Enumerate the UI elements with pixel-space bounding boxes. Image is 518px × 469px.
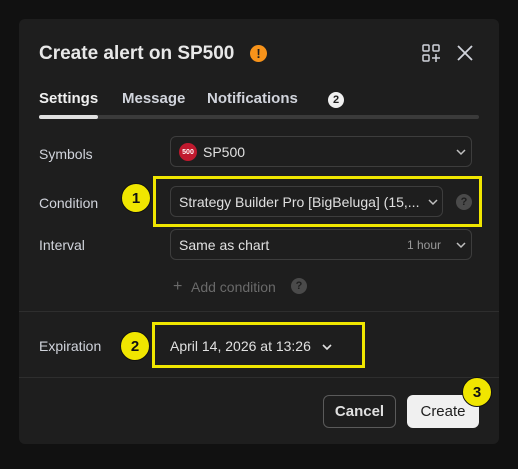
- plus-icon: +: [173, 278, 183, 295]
- tab-notifications[interactable]: Notifications: [207, 90, 298, 107]
- close-icon[interactable]: [455, 43, 475, 63]
- tab-bar: Settings Message Notifications 2: [39, 90, 479, 120]
- tab-settings[interactable]: Settings: [39, 90, 98, 107]
- add-condition-button[interactable]: Add condition: [191, 279, 276, 295]
- interval-value: Same as chart: [179, 237, 270, 253]
- interval-select[interactable]: Same as chart 1 hour: [170, 229, 472, 260]
- chevron-down-icon: [456, 149, 466, 156]
- symbols-value: SP500: [203, 144, 246, 160]
- symbols-select[interactable]: 500 SP500: [170, 136, 472, 167]
- highlight-box-expiration: [152, 322, 365, 368]
- footer-divider: [19, 377, 499, 378]
- section-divider: [19, 311, 499, 312]
- add-condition-help-icon[interactable]: ?: [291, 278, 307, 294]
- tab-message[interactable]: Message: [122, 90, 185, 107]
- condition-label: Condition: [39, 195, 99, 211]
- sp500-logo-icon: 500: [179, 143, 197, 161]
- dialog-title: Create alert on SP500: [39, 43, 235, 64]
- interval-hint: 1 hour: [407, 238, 442, 252]
- active-tab-indicator: [39, 115, 98, 119]
- notifications-count-badge: 2: [328, 92, 344, 108]
- interval-label: Interval: [39, 237, 85, 253]
- callout-1: 1: [121, 183, 151, 213]
- callout-2: 2: [120, 331, 150, 361]
- symbols-label: Symbols: [39, 146, 93, 162]
- exclamation-warning-icon[interactable]: !: [250, 45, 267, 62]
- cancel-button[interactable]: Cancel: [323, 395, 396, 428]
- create-alert-dialog: Create alert on SP500 ! Settings Message…: [19, 19, 499, 444]
- tab-track: [39, 115, 479, 119]
- highlight-box-condition: [153, 176, 482, 227]
- expiration-label: Expiration: [39, 338, 102, 354]
- chevron-down-icon: [456, 242, 466, 249]
- callout-3: 3: [462, 377, 492, 407]
- add-to-layout-icon[interactable]: [421, 43, 441, 63]
